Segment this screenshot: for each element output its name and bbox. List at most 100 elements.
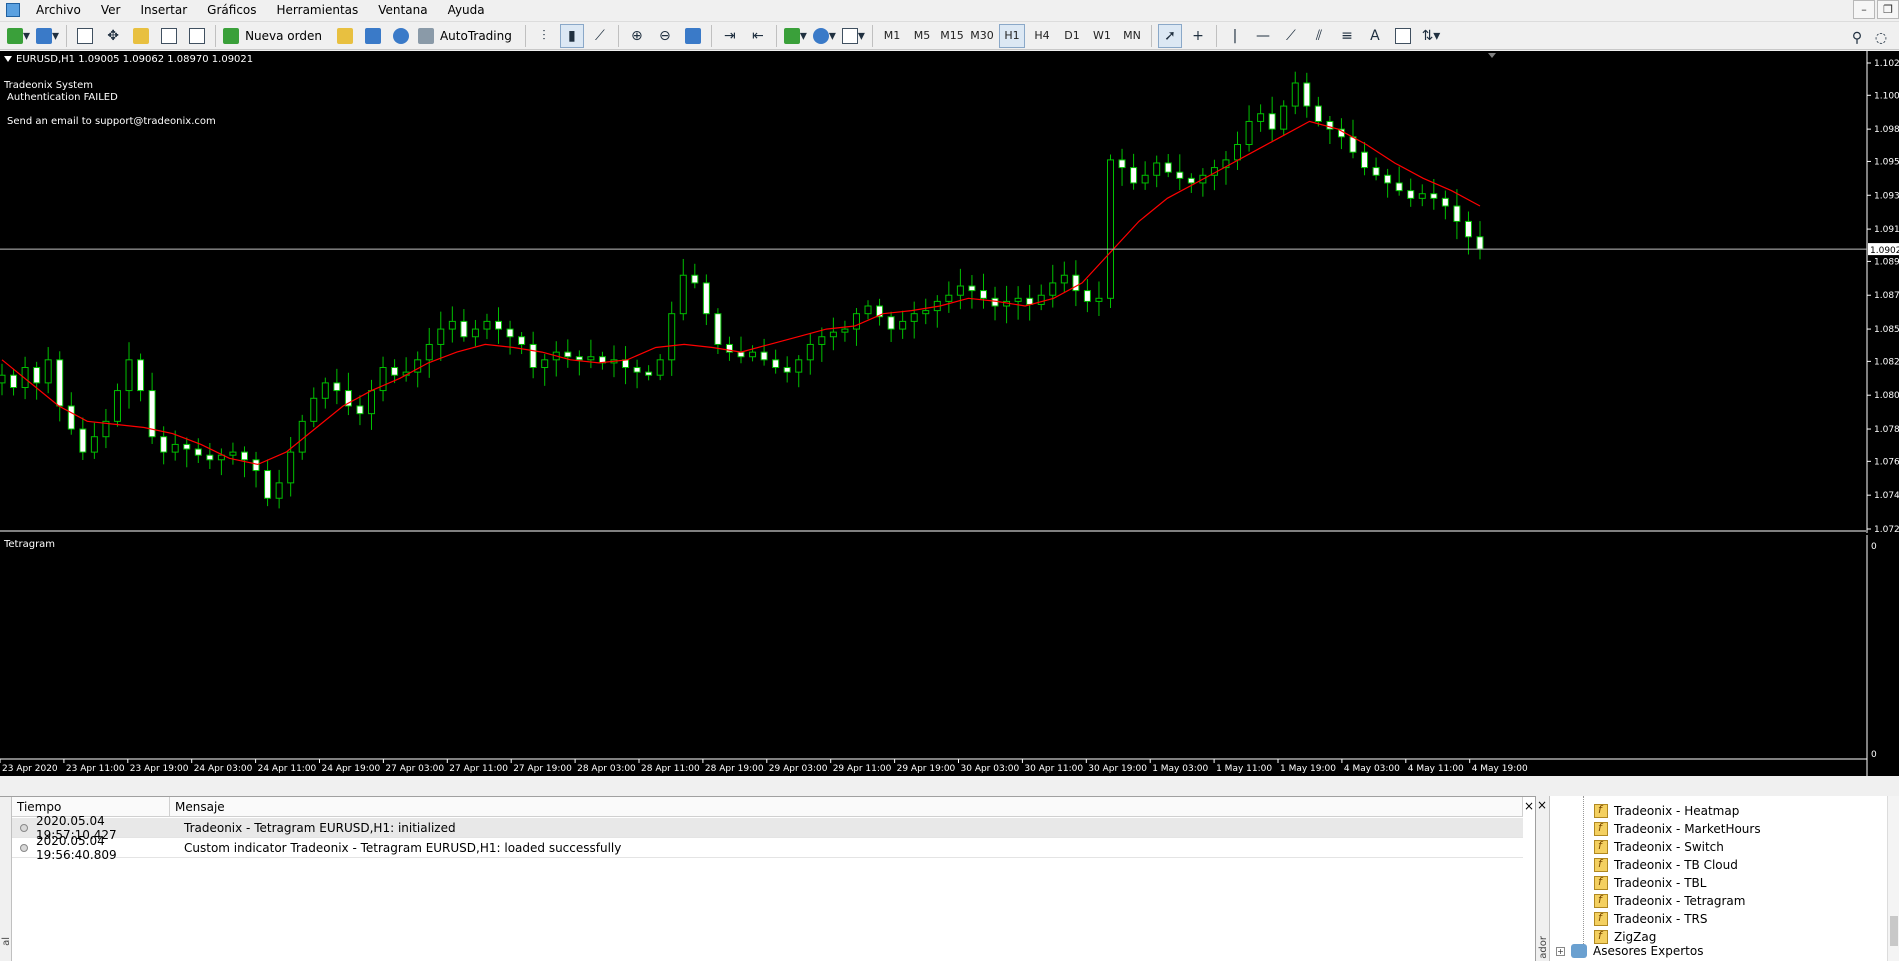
candle-body — [968, 285, 976, 292]
metaeditor-button[interactable] — [333, 24, 357, 48]
main-price-chart[interactable]: 1.1023 1.1002 1.0980 1.0959 1.0937 1.0915 1.08… — [0, 51, 1899, 533]
candle-body — [79, 428, 87, 453]
new-order-label: Nueva orden — [245, 28, 322, 43]
log-row[interactable]: 2020.05.04 19:57:10.427 Tradeonix - Tetr… — [12, 814, 1523, 842]
zoom-in-button[interactable]: ⊕ — [625, 24, 649, 48]
nav-item-markethours[interactable]: Tradeonix - MarketHours — [1594, 820, 1761, 838]
nav-expert-advisors[interactable]: + Asesores Expertos — [1556, 942, 1703, 960]
cursor-icon: ➚ — [1164, 27, 1176, 44]
chat-button[interactable]: ◌ — [1869, 26, 1893, 50]
arrows-button[interactable]: ⇅ ▾ — [1419, 24, 1443, 48]
menu-ayuda[interactable]: Ayuda — [438, 0, 495, 20]
vertical-line-button[interactable]: | — [1223, 24, 1247, 48]
scrollbar-thumb[interactable] — [1890, 916, 1898, 946]
navigator-close-icon[interactable]: × — [1537, 798, 1547, 812]
terminal-button[interactable] — [157, 24, 181, 48]
nav-item-heatmap[interactable]: Tradeonix - Heatmap — [1594, 802, 1739, 820]
autoscroll-button[interactable]: ⇥ — [718, 24, 742, 48]
navigator-button[interactable] — [129, 24, 153, 48]
candle-body — [1407, 190, 1415, 199]
templates-button[interactable]: ▾ — [841, 24, 866, 48]
timeframe-m30[interactable]: M30 — [969, 24, 995, 48]
profiles-button[interactable]: ▾ — [35, 24, 60, 48]
log-row[interactable]: 2020.05.04 19:56:40.809 Custom indicator… — [12, 834, 1523, 862]
cursor-button[interactable]: ➚ — [1157, 23, 1182, 48]
new-order-button[interactable]: Nueva orden — [222, 24, 329, 48]
toolbar-separator — [66, 24, 68, 47]
timeframe-w1[interactable]: W1 — [1089, 24, 1115, 48]
timeframe-m15[interactable]: M15 — [939, 24, 965, 48]
nav-item-tbl[interactable]: Tradeonix - TBL — [1594, 874, 1706, 892]
tile-windows-button[interactable] — [681, 24, 705, 48]
signals-button[interactable] — [361, 24, 385, 48]
trendline-button[interactable]: ⟋ — [1279, 24, 1303, 48]
indicators-button[interactable]: ▾ — [783, 24, 808, 48]
menu-graficos[interactable]: Gráficos — [197, 0, 266, 20]
menu-herramientas[interactable]: Herramientas — [267, 0, 369, 20]
nav-item-tetragram[interactable]: Tradeonix - Tetragram — [1594, 892, 1745, 910]
terminal-header: Tiempo Mensaje — [12, 797, 1523, 817]
menu-ventana[interactable]: Ventana — [368, 0, 437, 20]
toolbar-separator — [617, 24, 619, 47]
candle-body — [67, 405, 75, 430]
strategy-tester-button[interactable] — [185, 24, 209, 48]
indicators-icon — [783, 27, 800, 44]
zoom-out-button[interactable]: ⊖ — [653, 24, 677, 48]
menu-bar: Archivo Ver Insertar Gráficos Herramient… — [0, 0, 1899, 20]
collapse-triangle-icon — [4, 56, 12, 62]
indicator-icon — [1594, 911, 1608, 926]
chart-window[interactable]: 1.1023 1.1002 1.0980 1.0959 1.0937 1.0915 1.08… — [0, 51, 1899, 776]
candle-body — [1303, 82, 1311, 107]
expand-icon[interactable]: + — [1556, 946, 1565, 956]
fibonacci-button[interactable]: ≡ — [1335, 24, 1359, 48]
menu-insertar[interactable]: Insertar — [130, 0, 197, 20]
market-watch-button[interactable] — [73, 24, 97, 48]
menu-ver[interactable]: Ver — [91, 0, 131, 20]
periods-button[interactable]: ▾ — [812, 24, 837, 48]
restore-button[interactable]: ❐ — [1877, 0, 1899, 19]
timeframe-d1[interactable]: D1 — [1059, 24, 1085, 48]
minimize-button[interactable]: – — [1853, 0, 1875, 19]
timeframe-h4[interactable]: H4 — [1029, 24, 1055, 48]
chart-header: EURUSD,H1 1.09005 1.09062 1.08970 1.0902… — [4, 54, 253, 65]
candle-body — [714, 313, 722, 345]
nav-item-tb-cloud[interactable]: Tradeonix - TB Cloud — [1594, 856, 1738, 874]
candle-body — [287, 451, 295, 484]
chart-shift-marker-icon — [1488, 53, 1496, 58]
text-button[interactable]: A — [1363, 24, 1387, 48]
toolbar-separator — [775, 24, 777, 47]
price-tick-label: 1.1002 — [1874, 91, 1899, 101]
vps-button[interactable] — [389, 24, 413, 48]
search-button[interactable]: ⚲ — [1845, 26, 1869, 50]
column-header-message[interactable]: Mensaje — [170, 797, 1523, 817]
time-tick-label: 27 Apr 11:00 — [449, 764, 508, 774]
nav-item-trs[interactable]: Tradeonix - TRS — [1594, 910, 1707, 928]
bar-chart-button[interactable]: ⫶ — [532, 24, 556, 48]
terminal-close-icon[interactable]: × — [1524, 799, 1534, 813]
candle-body — [1037, 294, 1045, 305]
chart-shift-button[interactable]: ⇤ — [746, 24, 770, 48]
new-chart-button[interactable]: ▾ — [6, 24, 31, 48]
indicator-subwindow[interactable]: 0 0 23 Apr 2020 23 Apr 11:00 23 Apr 19:00 24 … — [0, 535, 1899, 776]
candlestick-button[interactable]: ▮ — [559, 23, 584, 48]
data-window-button[interactable]: ✥ — [101, 24, 125, 48]
time-tick-label: 23 Apr 19:00 — [130, 764, 189, 774]
text-label-button[interactable] — [1391, 24, 1415, 48]
nav-item-switch[interactable]: Tradeonix - Switch — [1594, 838, 1724, 856]
crosshair-button[interactable]: + — [1186, 24, 1210, 48]
navigator-scrollbar[interactable] — [1887, 796, 1899, 961]
timeframe-mn[interactable]: MN — [1119, 24, 1145, 48]
timeframe-m1[interactable]: M1 — [879, 24, 905, 48]
nav-expert-label: Asesores Expertos — [1593, 944, 1704, 958]
line-chart-button[interactable]: ⟋ — [588, 24, 612, 48]
horizontal-line-button[interactable]: — — [1251, 24, 1275, 48]
expert-advisor-icon — [1571, 944, 1587, 958]
candle-body — [679, 274, 687, 315]
timeframe-m5[interactable]: M5 — [909, 24, 935, 48]
channel-button[interactable]: ⫽ — [1307, 24, 1331, 48]
autotrading-button[interactable]: AutoTrading — [417, 24, 519, 48]
candle-body — [483, 320, 491, 330]
candle-body — [356, 405, 364, 415]
menu-archivo[interactable]: Archivo — [26, 0, 91, 20]
timeframe-h1[interactable]: H1 — [998, 23, 1025, 48]
